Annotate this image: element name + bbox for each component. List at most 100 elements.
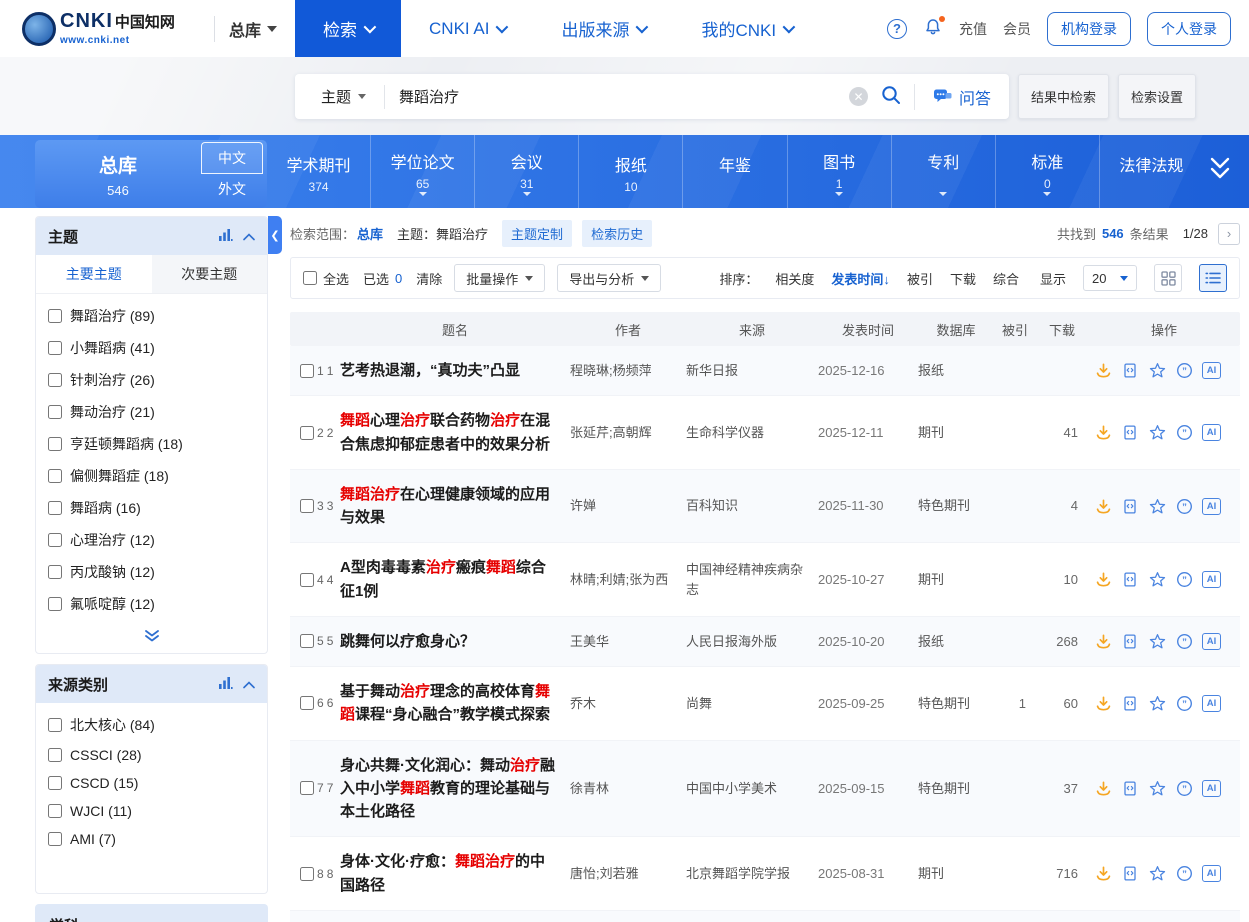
grid-view-button[interactable] xyxy=(1154,264,1182,292)
download-icon[interactable] xyxy=(1094,694,1112,712)
favorite-icon[interactable] xyxy=(1148,571,1166,589)
reader-icon[interactable] xyxy=(1121,865,1139,883)
export-analyze-button[interactable]: 导出与分析 xyxy=(557,264,661,292)
row-select[interactable]: 22 xyxy=(290,426,340,440)
search-input[interactable] xyxy=(385,88,849,105)
ai-icon[interactable]: AI xyxy=(1202,362,1221,379)
result-title-link[interactable]: 舞蹈心理治疗联合药物治疗在混合焦虑抑郁症患者中的效果分析 xyxy=(340,409,570,456)
row-checkbox[interactable] xyxy=(300,573,314,587)
collapse-icon[interactable] xyxy=(243,677,255,692)
filter-option[interactable]: 舞蹈病 (16) xyxy=(48,492,255,524)
row-select[interactable]: 11 xyxy=(290,364,340,378)
db-tab-学位论文[interactable]: 学位论文65 xyxy=(370,135,474,208)
db-tab-专利[interactable]: 专利 xyxy=(891,135,995,208)
cite-icon[interactable]: ” xyxy=(1175,497,1193,515)
row-checkbox[interactable] xyxy=(300,426,314,440)
filter-option[interactable]: CSSCI (28) xyxy=(48,741,255,769)
authors-cell[interactable]: 林晴;利婧;张为西 xyxy=(570,570,686,590)
source-cell[interactable]: 生命科学仪器 xyxy=(686,423,818,443)
clear-icon[interactable]: ✕ xyxy=(849,87,868,106)
clear-selection-link[interactable]: 清除 xyxy=(416,269,442,288)
search-history-chip[interactable]: 检索历史 xyxy=(582,220,652,247)
search-icon[interactable] xyxy=(880,84,902,109)
ai-icon[interactable]: AI xyxy=(1202,424,1221,441)
authors-cell[interactable]: 唐怡;刘若雅 xyxy=(570,864,686,884)
db-tab-年鉴[interactable]: 年鉴 xyxy=(682,135,786,208)
filter-option[interactable]: CSCD (15) xyxy=(48,769,255,797)
result-title-link[interactable]: 身体·文化·疗愈：舞蹈治疗的中国路径 xyxy=(340,850,570,897)
row-checkbox[interactable] xyxy=(300,781,314,795)
ai-icon[interactable]: AI xyxy=(1202,498,1221,515)
filter-checkbox[interactable] xyxy=(48,341,62,355)
db-tab-报纸[interactable]: 报纸10 xyxy=(578,135,682,208)
filter-option[interactable]: 舞蹈治疗 (89) xyxy=(48,300,255,332)
reader-icon[interactable] xyxy=(1121,362,1139,380)
header-tab-CNKI AI[interactable]: CNKI AI xyxy=(401,0,533,57)
qa-button[interactable]: 问答 xyxy=(914,84,1009,110)
row-select[interactable]: 88 xyxy=(290,867,340,881)
ai-icon[interactable]: AI xyxy=(1202,780,1221,797)
row-select[interactable]: 44 xyxy=(290,573,340,587)
ai-icon[interactable]: AI xyxy=(1202,695,1221,712)
lang-tab-chinese[interactable]: 中文 xyxy=(201,142,263,174)
result-title-link[interactable]: 基于舞动治疗理念的高校体育舞蹈课程“身心融合”教学模式探索 xyxy=(340,680,570,727)
authors-cell[interactable]: 王美华 xyxy=(570,632,686,652)
download-icon[interactable] xyxy=(1094,632,1112,650)
reader-icon[interactable] xyxy=(1121,632,1139,650)
download-icon[interactable] xyxy=(1094,571,1112,589)
row-select[interactable]: 66 xyxy=(290,696,340,710)
db-tab-法律法规[interactable]: 法律法规 xyxy=(1099,135,1203,208)
filter-checkbox[interactable] xyxy=(48,533,62,547)
page-size-select[interactable]: 20 xyxy=(1083,265,1137,291)
sort-option-综合[interactable]: 综合 xyxy=(993,269,1019,288)
source-cell[interactable]: 百科知识 xyxy=(686,496,818,516)
cite-icon[interactable]: ” xyxy=(1175,362,1193,380)
filter-option[interactable]: 亨廷顿舞蹈病 (18) xyxy=(48,428,255,460)
authors-cell[interactable]: 徐青林 xyxy=(570,779,686,799)
favorite-icon[interactable] xyxy=(1148,694,1166,712)
next-page-button[interactable]: › xyxy=(1218,223,1240,245)
row-select[interactable]: 77 xyxy=(290,781,340,795)
row-checkbox[interactable] xyxy=(300,634,314,648)
favorite-icon[interactable] xyxy=(1148,865,1166,883)
select-all-checkbox[interactable] xyxy=(303,271,317,285)
reader-icon[interactable] xyxy=(1121,497,1139,515)
header-tab-出版来源[interactable]: 出版来源 xyxy=(533,0,673,57)
authors-cell[interactable]: 许婵 xyxy=(570,496,686,516)
download-icon[interactable] xyxy=(1094,497,1112,515)
filter-checkbox[interactable] xyxy=(48,597,62,611)
vip-link[interactable]: 会员 xyxy=(1003,19,1031,39)
reader-icon[interactable] xyxy=(1121,779,1139,797)
favorite-icon[interactable] xyxy=(1148,424,1166,442)
db-tab-zongku[interactable]: 总库 546 中文 外文 xyxy=(35,140,267,208)
topic-tab-次要主题[interactable]: 次要主题 xyxy=(152,255,268,293)
favorite-icon[interactable] xyxy=(1148,779,1166,797)
download-icon[interactable] xyxy=(1094,424,1112,442)
sort-option-被引[interactable]: 被引 xyxy=(907,269,933,288)
sort-option-下载[interactable]: 下载 xyxy=(950,269,976,288)
filter-option[interactable]: 针刺治疗 (26) xyxy=(48,364,255,396)
source-cell[interactable]: 中国神经精神疾病杂志 xyxy=(686,560,818,599)
row-select[interactable]: 55 xyxy=(290,634,340,648)
filter-option[interactable]: 心理治疗 (12) xyxy=(48,524,255,556)
cite-icon[interactable]: ” xyxy=(1175,632,1193,650)
db-tab-会议[interactable]: 会议31 xyxy=(474,135,578,208)
row-select[interactable]: 33 xyxy=(290,499,340,513)
row-checkbox[interactable] xyxy=(300,499,314,513)
cite-icon[interactable]: ” xyxy=(1175,571,1193,589)
filter-checkbox[interactable] xyxy=(48,748,62,762)
notification-bell-icon[interactable] xyxy=(923,17,943,40)
ai-icon[interactable]: AI xyxy=(1202,633,1221,650)
filter-checkbox[interactable] xyxy=(48,309,62,323)
result-title-link[interactable]: 舞蹈治疗在心理健康领域的应用与效果 xyxy=(340,483,570,530)
result-title-link[interactable]: 跳舞何以疗愈身心？ xyxy=(340,630,570,653)
search-field-dropdown[interactable]: 主题 xyxy=(295,86,384,107)
header-tab-我的CNKI[interactable]: 我的CNKI xyxy=(673,0,820,57)
result-title-link[interactable]: 艺考热退潮，“真功夫”凸显 xyxy=(340,359,570,382)
result-title-link[interactable]: 身心共舞·文化润心：舞动治疗融入中小学舞蹈教育的理论基础与本土化路径 xyxy=(340,754,570,824)
filter-option[interactable]: 舞动治疗 (21) xyxy=(48,396,255,428)
org-login-button[interactable]: 机构登录 xyxy=(1047,12,1131,46)
batch-operations-button[interactable]: 批量操作 xyxy=(454,264,545,292)
filter-option[interactable]: 氟哌啶醇 (12) xyxy=(48,588,255,620)
bar-chart-icon[interactable] xyxy=(218,228,233,245)
